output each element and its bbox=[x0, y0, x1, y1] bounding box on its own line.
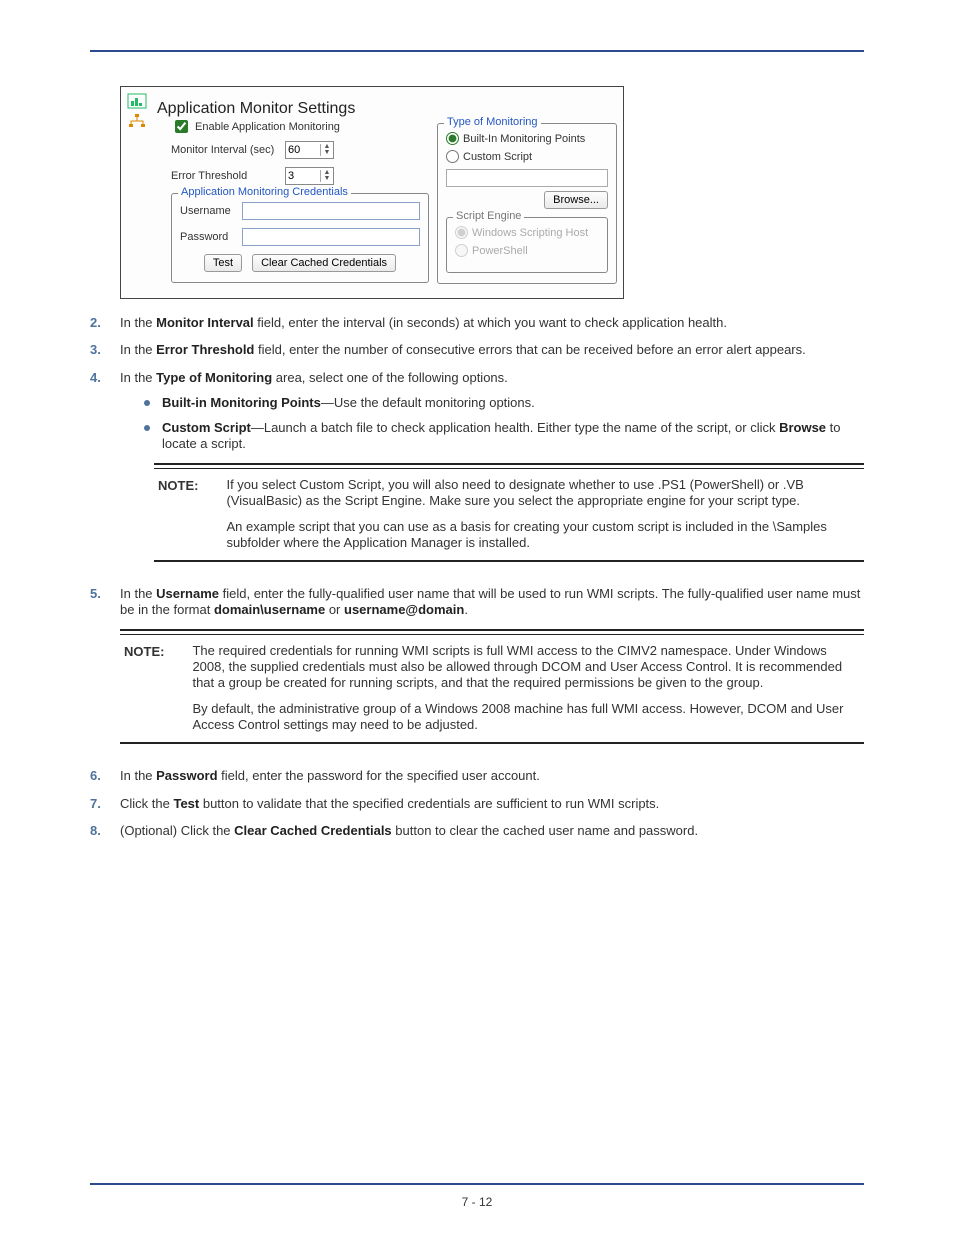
radio-custom-label: Custom Script bbox=[463, 151, 532, 163]
step-number: 5. bbox=[90, 586, 120, 756]
step-number: 7. bbox=[90, 796, 120, 811]
step-6: 6. In the Password field, enter the pass… bbox=[90, 768, 864, 783]
radio-wsh-label: Windows Scripting Host bbox=[472, 227, 588, 239]
bullet-custom: Custom Script—Launch a batch file to che… bbox=[142, 420, 864, 451]
radio-wsh: Windows Scripting Host bbox=[455, 226, 599, 239]
script-path-field[interactable] bbox=[446, 169, 608, 187]
monitoring-type-group: Type of Monitoring Built-In Monitoring P… bbox=[437, 123, 617, 284]
radio-custom-input[interactable] bbox=[446, 150, 459, 163]
script-engine-legend: Script Engine bbox=[453, 210, 524, 222]
monitoring-type-legend: Type of Monitoring bbox=[444, 116, 541, 128]
panel-title: Application Monitor Settings bbox=[157, 100, 355, 118]
step-7: 7. Click the Test button to validate tha… bbox=[90, 796, 864, 811]
enable-monitoring-label: Enable Application Monitoring bbox=[195, 121, 340, 133]
password-label: Password bbox=[180, 231, 236, 243]
radio-ps-input bbox=[455, 244, 468, 257]
bullet-builtin: Built-in Monitoring Points—Use the defau… bbox=[142, 395, 864, 410]
network-icon bbox=[127, 113, 147, 129]
enable-monitoring-checkbox[interactable] bbox=[175, 120, 188, 133]
monitor-interval-stepper[interactable]: ▲▼ bbox=[285, 141, 334, 159]
page-footer: 7 - 12 bbox=[0, 1183, 954, 1209]
step-number: 2. bbox=[90, 315, 120, 330]
test-button[interactable]: Test bbox=[204, 254, 242, 272]
error-threshold-stepper[interactable]: ▲▼ bbox=[285, 167, 334, 185]
panel-right-column: Type of Monitoring Built-In Monitoring P… bbox=[437, 117, 617, 284]
spinner-arrows-icon[interactable]: ▲▼ bbox=[320, 144, 333, 156]
step-2: 2. In the Monitor Interval field, enter … bbox=[90, 315, 864, 330]
settings-panel: Application Monitor Settings Enable Appl… bbox=[120, 86, 624, 299]
step-number: 8. bbox=[90, 823, 120, 838]
radio-powershell: PowerShell bbox=[455, 244, 599, 257]
username-label: Username bbox=[180, 205, 236, 217]
script-engine-group: Script Engine Windows Scripting Host Pow… bbox=[446, 217, 608, 273]
page: Application Monitor Settings Enable Appl… bbox=[0, 0, 954, 1235]
password-field[interactable] bbox=[242, 228, 420, 246]
step-5: 5. In the Username field, enter the full… bbox=[90, 586, 864, 756]
error-threshold-label: Error Threshold bbox=[171, 170, 279, 182]
note-label: NOTE: bbox=[158, 477, 198, 550]
monitor-interval-input[interactable] bbox=[286, 143, 320, 157]
radio-ps-label: PowerShell bbox=[472, 245, 528, 257]
radio-builtin-label: Built-In Monitoring Points bbox=[463, 133, 585, 145]
step-8: 8. (Optional) Click the Clear Cached Cre… bbox=[90, 823, 864, 838]
radio-builtin[interactable]: Built-In Monitoring Points bbox=[446, 132, 608, 145]
page-number: 7 - 12 bbox=[0, 1195, 954, 1209]
note-text: The required credentials for running WMI… bbox=[192, 643, 860, 732]
clear-credentials-button[interactable]: Clear Cached Credentials bbox=[252, 254, 396, 272]
browse-button[interactable]: Browse... bbox=[544, 191, 608, 209]
panel-left-column: Enable Application Monitoring Monitor In… bbox=[171, 117, 429, 284]
chart-icon bbox=[127, 93, 147, 109]
step-4: 4. In the Type of Monitoring area, selec… bbox=[90, 370, 864, 575]
note-text: If you select Custom Script, you will al… bbox=[226, 477, 860, 550]
note-label: NOTE: bbox=[124, 643, 164, 732]
credentials-group: Application Monitoring Credentials Usern… bbox=[171, 193, 429, 283]
instruction-steps: 2. In the Monitor Interval field, enter … bbox=[90, 315, 864, 838]
username-field[interactable] bbox=[242, 202, 420, 220]
radio-custom[interactable]: Custom Script bbox=[446, 150, 608, 163]
note-box-2: NOTE: The required credentials for runni… bbox=[120, 629, 864, 744]
credentials-legend: Application Monitoring Credentials bbox=[178, 186, 351, 198]
monitor-interval-label: Monitor Interval (sec) bbox=[171, 144, 279, 156]
step-3: 3. In the Error Threshold field, enter t… bbox=[90, 342, 864, 357]
note-box-1: NOTE: If you select Custom Script, you w… bbox=[154, 463, 864, 562]
step-4-bullets: Built-in Monitoring Points—Use the defau… bbox=[142, 395, 864, 451]
step-number: 3. bbox=[90, 342, 120, 357]
error-threshold-input[interactable] bbox=[286, 169, 320, 183]
step-number: 4. bbox=[90, 370, 120, 575]
spinner-arrows-icon[interactable]: ▲▼ bbox=[320, 170, 333, 182]
step-number: 6. bbox=[90, 768, 120, 783]
radio-wsh-input bbox=[455, 226, 468, 239]
top-rule bbox=[90, 50, 864, 52]
footer-rule bbox=[90, 1183, 864, 1185]
radio-builtin-input[interactable] bbox=[446, 132, 459, 145]
